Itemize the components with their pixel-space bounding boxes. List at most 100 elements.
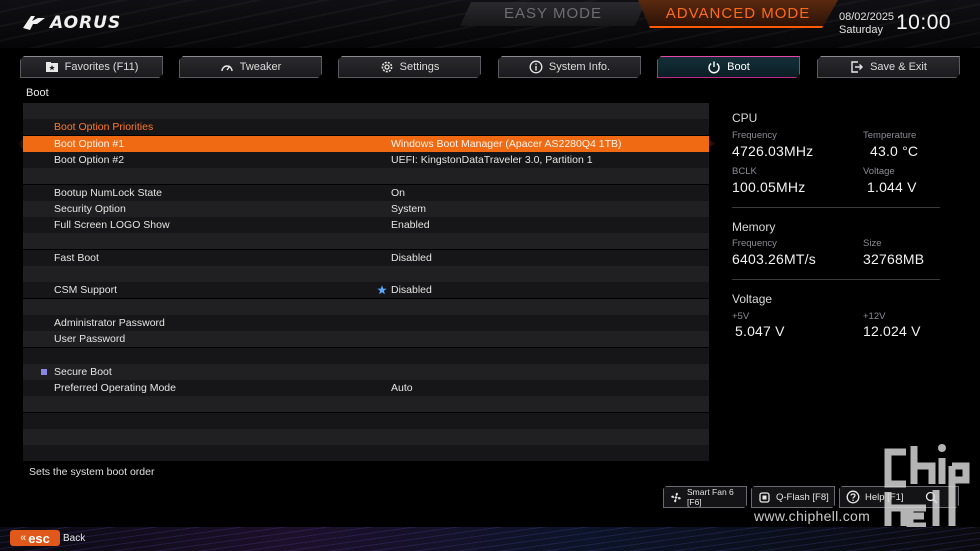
setting-bootup-numlock-state[interactable]: Bootup NumLock State On xyxy=(23,184,709,201)
voltage-12v-value: 12.024 V xyxy=(863,323,921,339)
cpu-voltage-value: 1.044 V xyxy=(867,179,917,195)
setting-label: Preferred Operating Mode xyxy=(54,382,176,395)
setting-value[interactable]: Disabled xyxy=(391,282,432,298)
brand-name: AORUS xyxy=(50,13,122,33)
qflash-button[interactable]: Q-Flash [F8] xyxy=(751,486,835,508)
info-icon xyxy=(529,60,543,74)
help-description: Sets the system boot order xyxy=(29,466,155,478)
tab-boot[interactable]: Boot xyxy=(657,56,800,78)
setting-label: Secure Boot xyxy=(54,365,112,378)
star-folder-icon xyxy=(45,60,59,74)
selection-highlight-left xyxy=(17,135,47,152)
setting-boot-option-2[interactable]: Boot Option #2 UEFI: KingstonDataTravele… xyxy=(23,151,709,168)
esc-label: esc xyxy=(28,530,50,546)
cpu-voltage-label: Voltage xyxy=(863,166,895,177)
back-label: Back xyxy=(63,533,86,544)
hw-divider xyxy=(732,207,940,208)
setting-preferred-operating-mode[interactable]: Preferred Operating Mode Auto xyxy=(23,380,709,397)
tab-label: Favorites (F11) xyxy=(64,61,139,73)
setting-csm-support[interactable]: CSM Support Disabled xyxy=(23,282,709,299)
setting-boot-option-1[interactable]: Boot Option #1 Windows Boot Manager (Apa… xyxy=(17,135,717,152)
setting-full-screen-logo-show[interactable]: Full Screen LOGO Show Enabled xyxy=(23,217,709,234)
setting-value[interactable]: Disabled xyxy=(391,250,432,266)
tab-system-info[interactable]: System Info. xyxy=(498,56,641,78)
submenu-bullet-icon xyxy=(41,368,47,375)
setting-label: Bootup NumLock State xyxy=(54,186,162,199)
cpu-title: CPU xyxy=(732,111,758,125)
hw-divider xyxy=(732,279,940,280)
list-row-spacer xyxy=(23,103,709,119)
setting-security-option[interactable]: Security Option System xyxy=(23,200,709,217)
double-chevron-left-icon: « xyxy=(20,532,27,544)
setting-label: Boot Option #1 xyxy=(54,137,125,150)
weekday: Saturday xyxy=(839,24,884,36)
submenu-secure-boot[interactable]: Secure Boot xyxy=(23,363,709,380)
list-row-spacer xyxy=(23,445,709,461)
cpu-temperature-label: Temperature xyxy=(863,130,917,141)
bottom-bar-texture xyxy=(0,527,980,551)
help-icon xyxy=(846,490,860,504)
section-boot-option-priorities: Boot Option Priorities xyxy=(23,119,709,136)
tab-label: Tweaker xyxy=(239,61,282,73)
advanced-mode-button[interactable]: ADVANCED MODE xyxy=(638,0,838,28)
setting-fast-boot[interactable]: Fast Boot Disabled xyxy=(23,249,709,266)
cpu-frequency-label: Frequency xyxy=(732,130,777,141)
tab-tweaker[interactable]: Tweaker xyxy=(179,56,322,78)
easy-mode-button[interactable]: EASY MODE xyxy=(460,2,646,26)
tab-settings[interactable]: Settings xyxy=(338,56,481,78)
setting-value[interactable]: Auto xyxy=(391,380,413,396)
voltage-5v-value: 5.047 V xyxy=(735,323,785,339)
memory-size-label: Size xyxy=(863,238,882,249)
setting-label: Fast Boot xyxy=(54,251,99,264)
settings-list: Boot Option Priorities Boot Option #1 Wi… xyxy=(17,103,717,461)
list-row-spacer xyxy=(23,347,709,364)
setting-label: Full Screen LOGO Show xyxy=(54,219,170,232)
setting-label: User Password xyxy=(54,333,126,346)
setting-label: Boot Option #2 xyxy=(54,153,125,166)
smart-fan-button[interactable]: Smart Fan 6 [F6] xyxy=(663,486,747,508)
aorus-logo: AORUS xyxy=(22,12,121,34)
setting-value[interactable]: Windows Boot Manager (Apacer AS2280Q4 1T… xyxy=(391,136,622,152)
setting-label: Administrator Password xyxy=(54,316,165,329)
date-display: 08/02/2025 Saturday xyxy=(839,11,894,37)
list-row-spacer xyxy=(23,266,709,282)
smart-fan-label: Smart Fan 6 [F6] xyxy=(687,487,734,507)
qflash-label: Q-Flash [F8] xyxy=(776,491,829,503)
cpu-temperature-value: 43.0 °C xyxy=(870,143,919,159)
setting-value[interactable]: System xyxy=(391,201,426,217)
power-icon xyxy=(707,60,721,74)
list-row-spacer xyxy=(23,396,709,413)
bclk-label: BCLK xyxy=(732,166,757,177)
cpu-frequency-value: 4726.03MHz xyxy=(732,143,814,159)
memory-frequency-label: Frequency xyxy=(732,238,777,249)
tab-label: Save & Exit xyxy=(870,61,927,73)
tab-save-exit[interactable]: Save & Exit xyxy=(817,56,960,78)
voltage-12v-label: +12V xyxy=(863,311,886,322)
setting-user-password[interactable]: User Password xyxy=(23,331,709,348)
setting-value[interactable]: On xyxy=(391,185,405,201)
tab-favorites[interactable]: Favorites (F11) xyxy=(20,56,163,78)
selection-highlight-right xyxy=(683,135,717,152)
favorite-star-icon[interactable] xyxy=(377,285,387,295)
gauge-icon xyxy=(220,60,234,74)
list-row-spacer xyxy=(23,233,709,250)
voltage-5v-label: +5V xyxy=(732,311,750,322)
setting-label: Security Option xyxy=(54,202,126,215)
setting-value[interactable]: Enabled xyxy=(391,217,430,233)
bclk-value: 100.05MHz xyxy=(732,179,806,195)
memory-title: Memory xyxy=(732,220,776,234)
tab-label: System Info. xyxy=(548,61,611,73)
setting-value[interactable]: UEFI: KingstonDataTraveler 3.0, Partitio… xyxy=(391,152,593,168)
page-title: Boot xyxy=(26,87,49,99)
esc-button[interactable]: « esc xyxy=(10,530,60,546)
watermark-url: www.chiphell.com xyxy=(754,508,871,524)
eagle-logo-icon xyxy=(23,16,45,30)
setting-administrator-password[interactable]: Administrator Password xyxy=(23,314,709,331)
tab-label: Boot xyxy=(727,61,750,73)
setting-label: CSM Support xyxy=(54,284,118,297)
chiphell-watermark-logo-icon xyxy=(884,444,970,530)
clock: 10:00 xyxy=(896,11,952,34)
memory-frequency-value: 6403.26MT/s xyxy=(732,251,816,267)
tab-label: Settings xyxy=(399,61,440,73)
voltage-title: Voltage xyxy=(732,292,773,306)
